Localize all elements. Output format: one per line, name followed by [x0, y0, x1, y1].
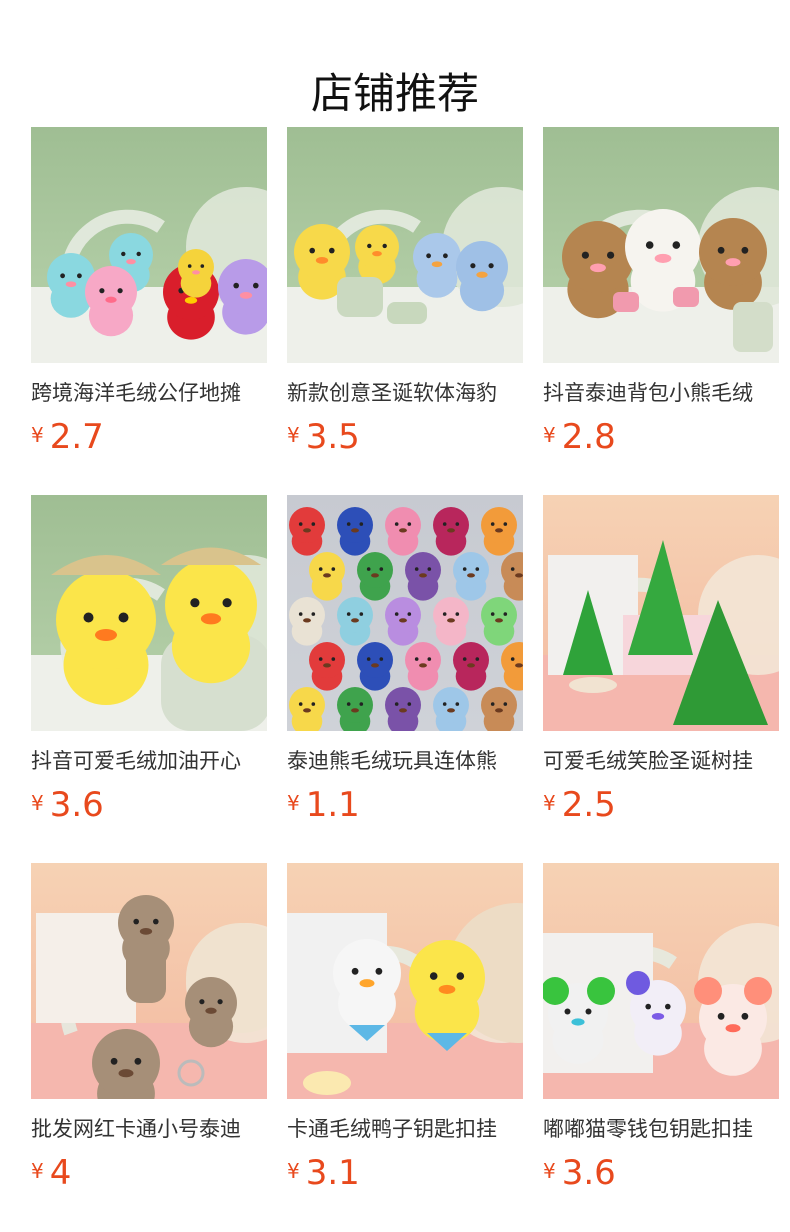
product-card[interactable]: 新款创意圣诞软体海豹 ¥3.5: [287, 127, 523, 495]
price-value: 1.1: [305, 785, 360, 825]
product-name[interactable]: 嘟嘟猫零钱包钥匙扣挂: [543, 1113, 779, 1145]
product-name[interactable]: 批发网红卡通小号泰迪: [31, 1113, 267, 1145]
product-card[interactable]: 抖音可爱毛绒加油开心 ¥3.6: [31, 495, 267, 863]
cat-coin-purse-image[interactable]: [543, 863, 779, 1099]
product-price: ¥2.7: [31, 417, 267, 457]
currency-symbol: ¥: [543, 423, 556, 447]
currency-symbol: ¥: [287, 1159, 300, 1183]
product-card[interactable]: 跨境海洋毛绒公仔地摊 ¥2.7: [31, 127, 267, 495]
product-grid: 跨境海洋毛绒公仔地摊 ¥2.7 新款创意圣诞软体海豹 ¥3.5 抖音泰迪背包小熊毛绒…: [31, 127, 790, 1231]
product-price: ¥2.5: [543, 785, 779, 825]
currency-symbol: ¥: [287, 423, 300, 447]
product-card[interactable]: 卡通毛绒鸭子钥匙扣挂 ¥3.1: [287, 863, 523, 1231]
currency-symbol: ¥: [543, 791, 556, 815]
product-name[interactable]: 跨境海洋毛绒公仔地摊: [31, 377, 267, 409]
penguin-plush-image[interactable]: [287, 127, 523, 363]
currency-symbol: ¥: [287, 791, 300, 815]
sailor-duck-plush-image[interactable]: [287, 863, 523, 1099]
product-card[interactable]: 抖音泰迪背包小熊毛绒 ¥2.8: [543, 127, 779, 495]
price-value: 3.6: [561, 1153, 616, 1193]
colorful-bears-image[interactable]: [287, 495, 523, 731]
product-card[interactable]: 嘟嘟猫零钱包钥匙扣挂 ¥3.6: [543, 863, 779, 1231]
currency-symbol: ¥: [31, 423, 44, 447]
price-value: 3.5: [305, 417, 360, 457]
product-price: ¥2.8: [543, 417, 779, 457]
price-value: 2.7: [49, 417, 104, 457]
product-price: ¥4: [31, 1153, 267, 1193]
currency-symbol: ¥: [31, 1159, 44, 1183]
crab-plush-image[interactable]: [31, 127, 267, 363]
product-name[interactable]: 抖音可爱毛绒加油开心: [31, 745, 267, 777]
price-value: 2.8: [561, 417, 616, 457]
price-value: 2.5: [561, 785, 616, 825]
currency-symbol: ¥: [543, 1159, 556, 1183]
section-title: 店铺推荐: [310, 69, 479, 119]
product-name[interactable]: 新款创意圣诞软体海豹: [287, 377, 523, 409]
price-value: 3.1: [305, 1153, 360, 1193]
brown-bear-keychain-image[interactable]: [31, 863, 267, 1099]
product-name[interactable]: 泰迪熊毛绒玩具连体熊: [287, 745, 523, 777]
price-value: 4: [49, 1153, 72, 1193]
price-value: 3.6: [49, 785, 104, 825]
yellow-duck-plush-image[interactable]: [31, 495, 267, 731]
currency-symbol: ¥: [31, 791, 44, 815]
product-price: ¥3.5: [287, 417, 523, 457]
christmas-tree-plush-image[interactable]: [543, 495, 779, 731]
product-price: ¥1.1: [287, 785, 523, 825]
product-name[interactable]: 可爱毛绒笑脸圣诞树挂: [543, 745, 779, 777]
product-name[interactable]: 抖音泰迪背包小熊毛绒: [543, 377, 779, 409]
product-card[interactable]: 泰迪熊毛绒玩具连体熊 ¥1.1: [287, 495, 523, 863]
product-card[interactable]: 批发网红卡通小号泰迪 ¥4: [31, 863, 267, 1231]
product-price: ¥3.6: [543, 1153, 779, 1193]
product-name[interactable]: 卡通毛绒鸭子钥匙扣挂: [287, 1113, 523, 1145]
teddy-bear-plush-image[interactable]: [543, 127, 779, 363]
product-price: ¥3.1: [287, 1153, 523, 1193]
product-price: ¥3.6: [31, 785, 267, 825]
product-card[interactable]: 可爱毛绒笑脸圣诞树挂 ¥2.5: [543, 495, 779, 863]
